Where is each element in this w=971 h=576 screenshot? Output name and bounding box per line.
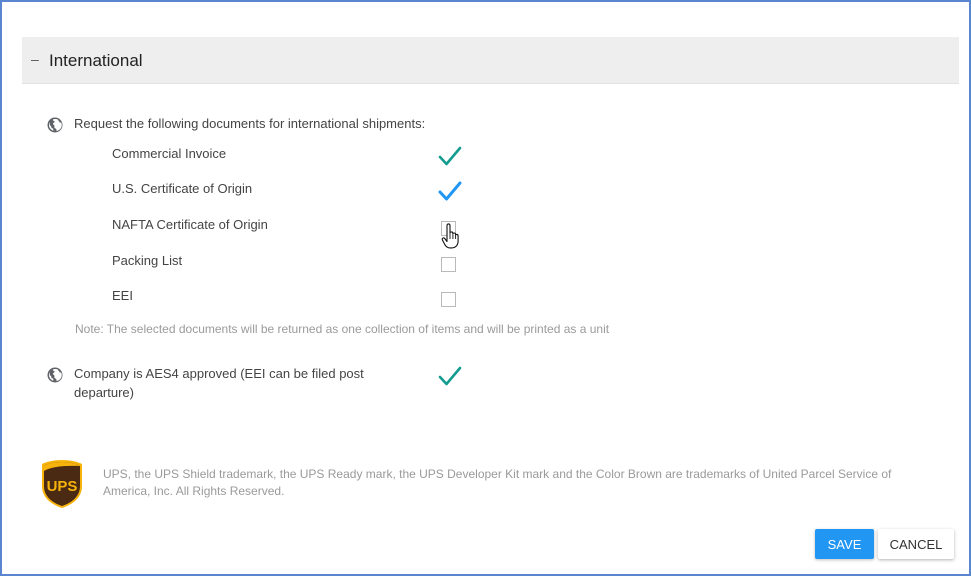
doc-label-packing-list: Packing List [112,253,183,268]
doc-label-eei: EEI [112,288,133,303]
documents-note: Note: The selected documents will be ret… [75,322,610,336]
aes4-label: Company is AES4 approved (EEI can be fil… [74,364,404,402]
checkbox-packing-list[interactable] [441,257,456,272]
globe-icon [47,117,63,133]
ups-shield-logo: UPS [42,460,82,508]
section-title: International [49,51,143,70]
collapse-toggle[interactable]: – [31,51,39,67]
cancel-button[interactable]: CANCEL [878,529,954,559]
section-header-international[interactable]: – International [22,37,959,84]
legal-text: UPS, the UPS Shield trademark, the UPS R… [103,467,892,498]
hand-cursor-icon [441,223,459,249]
doc-label-commercial-invoice: Commercial Invoice [112,146,227,161]
checkmark-icon[interactable] [438,146,462,168]
ups-logo-text: UPS [47,478,78,495]
documents-request-label: Request the following documents for inte… [74,116,426,131]
save-button[interactable]: SAVE [815,529,874,559]
doc-label-us-certificate-of-origin: U.S. Certificate of Origin [112,181,253,196]
doc-label-nafta-certificate-of-origin: NAFTA Certificate of Origin [112,217,268,232]
checkmark-icon[interactable] [438,366,462,388]
globe-icon [47,367,63,383]
checkmark-icon[interactable] [438,181,462,203]
checkbox-eei[interactable] [441,292,456,307]
aes4-label-line2: departure) [74,385,134,400]
aes4-label-line1: Company is AES4 approved (EEI can be fil… [74,366,364,381]
